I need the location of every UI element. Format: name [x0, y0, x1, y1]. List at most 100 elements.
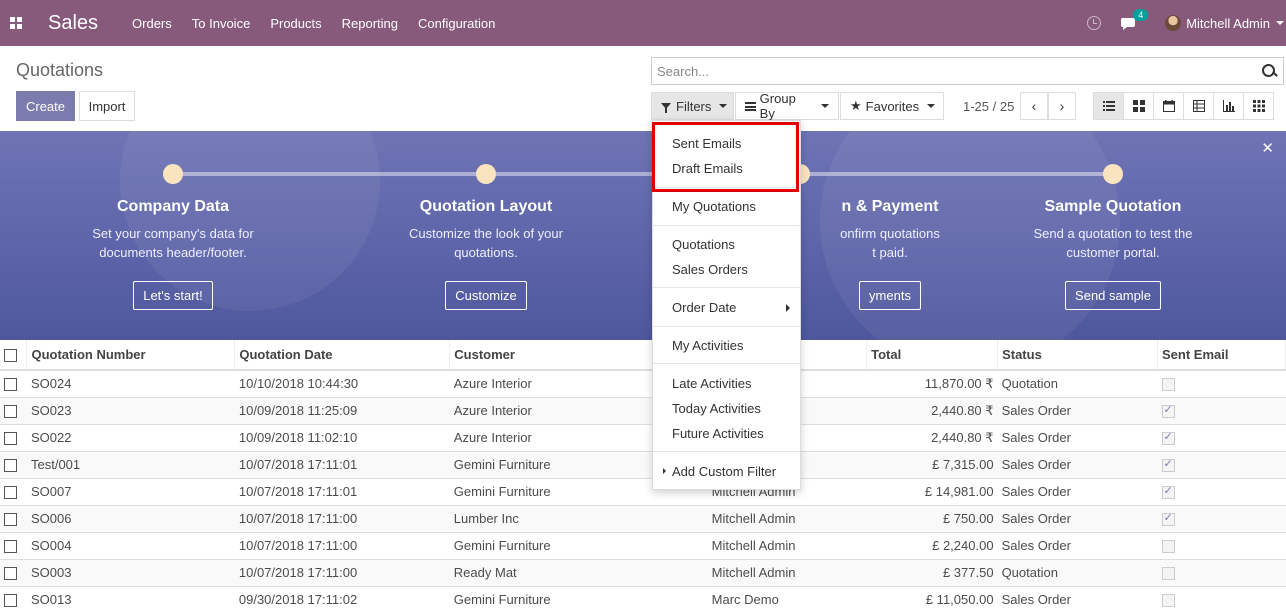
close-icon[interactable]: ✕	[1261, 139, 1274, 157]
header-sent-email[interactable]: Sent Email	[1157, 340, 1286, 371]
filter-future-activities[interactable]: Future Activities	[672, 426, 764, 441]
cell-status: Sales Order	[997, 396, 1158, 424]
row-checkbox[interactable]	[4, 459, 17, 473]
pager-previous-button[interactable]: ‹	[1020, 92, 1048, 120]
table-row[interactable]: SO004 10/07/2018 17:11:00 Gemini Furniture…	[0, 531, 1286, 559]
cell-quotation-date: 10/07/2018 17:11:01	[234, 477, 450, 505]
filter-my-activities[interactable]: My Activities	[672, 338, 744, 353]
dropdown-divider	[653, 287, 800, 288]
pager-value[interactable]: 1-25 / 25	[963, 99, 1014, 114]
favorites-button[interactable]: ★ Favorites	[840, 92, 944, 120]
sent-email-checkbox	[1161, 378, 1175, 392]
customize-button[interactable]: Customize	[445, 281, 527, 310]
cell-sent-email	[1157, 450, 1286, 478]
activity-clock-icon[interactable]	[1087, 16, 1102, 30]
kanban-view-button[interactable]	[1123, 92, 1154, 120]
table-row[interactable]: SO006 10/07/2018 17:11:00 Lumber Inc Mitche…	[0, 504, 1286, 532]
dropdown-divider	[653, 225, 800, 226]
row-checkbox[interactable]	[4, 540, 17, 554]
filter-order-date[interactable]: Order Date	[672, 300, 736, 315]
step-dot	[1103, 164, 1123, 184]
list-view-button[interactable]	[1093, 92, 1124, 120]
filters-label: Filters	[676, 98, 712, 114]
chat-icon[interactable]: 4	[1121, 8, 1149, 30]
row-checkbox[interactable]	[4, 594, 17, 608]
cell-customer: Gemini Furniture	[449, 585, 708, 608]
menu-reporting[interactable]: Reporting	[342, 16, 398, 31]
header-total[interactable]: Total	[866, 340, 999, 371]
filter-late-activities[interactable]: Late Activities	[672, 376, 752, 391]
header-quotation-date[interactable]: Quotation Date	[234, 340, 451, 371]
user-caret-icon[interactable]	[1276, 21, 1284, 25]
user-avatar[interactable]	[1165, 15, 1182, 31]
row-checkbox[interactable]	[4, 486, 17, 500]
filter-sales-orders[interactable]: Sales Orders	[672, 262, 748, 277]
app-brand[interactable]: Sales	[48, 12, 98, 35]
pager-next-button[interactable]: ›	[1048, 92, 1076, 120]
create-button[interactable]: Create	[16, 91, 75, 121]
cell-total: £ 7,315.00	[866, 450, 998, 478]
user-name[interactable]: Mitchell Admin	[1186, 16, 1270, 31]
row-checkbox[interactable]	[4, 432, 17, 446]
filter-quotations[interactable]: Quotations	[672, 237, 735, 252]
select-all-cell[interactable]	[0, 340, 28, 371]
step-title: Company Data	[116, 198, 230, 215]
table-row[interactable]: Test/001 10/07/2018 17:11:01 Gemini Furnit…	[0, 450, 1286, 478]
sent-email-checkbox	[1161, 594, 1175, 608]
step-dot	[476, 164, 496, 184]
payments-button[interactable]: yments	[859, 281, 921, 310]
cell-status: Sales Order	[997, 450, 1158, 478]
row-checkbox[interactable]	[4, 405, 17, 419]
filter-today-activities[interactable]: Today Activities	[672, 401, 761, 416]
cell-quotation-date: 10/09/2018 11:02:10	[234, 423, 450, 451]
cell-status: Sales Order	[997, 585, 1158, 608]
filters-button[interactable]: Filters	[651, 92, 734, 120]
search-input[interactable]	[652, 63, 1259, 79]
step-description: Customize the look of your quotations.	[409, 226, 563, 260]
cell-customer: Lumber Inc	[449, 504, 708, 532]
row-select-cell	[0, 396, 27, 424]
graph-view-button[interactable]	[1213, 92, 1244, 120]
add-custom-filter[interactable]: Add Custom Filter	[672, 464, 776, 479]
table-row[interactable]: SO024 10/10/2018 10:44:30 Azure Interior 11…	[0, 369, 1286, 397]
activity-view-button[interactable]	[1243, 92, 1274, 120]
header-status[interactable]: Status	[997, 340, 1158, 371]
table-row[interactable]: SO007 10/07/2018 17:11:01 Gemini Furniture…	[0, 477, 1286, 505]
quotations-table: Quotation Number Quotation Date Customer…	[0, 340, 1286, 608]
menu-configuration[interactable]: Configuration	[418, 16, 495, 31]
table-row[interactable]: SO022 10/09/2018 11:02:10 Azure Interior 2,…	[0, 423, 1286, 451]
group-by-button[interactable]: Group By	[735, 91, 839, 121]
row-checkbox[interactable]	[4, 567, 17, 581]
row-checkbox[interactable]	[4, 378, 17, 392]
apps-menu-icon[interactable]	[0, 0, 32, 46]
row-select-cell	[0, 450, 27, 478]
table-row[interactable]: SO013 09/30/2018 17:11:02 Gemini Furniture…	[0, 585, 1286, 608]
bar-chart-icon	[1222, 100, 1235, 112]
table-row[interactable]: SO023 10/09/2018 11:25:09 Azure Interior 2,…	[0, 396, 1286, 424]
cell-total: £ 2,240.00	[866, 531, 998, 559]
sent-email-checkbox	[1161, 457, 1175, 473]
lets-start-button[interactable]: Let's start!	[133, 281, 213, 310]
cell-status: Sales Order	[997, 531, 1158, 559]
row-select-cell	[0, 531, 27, 559]
row-select-cell	[0, 369, 27, 397]
menu-orders[interactable]: Orders	[132, 16, 172, 31]
select-all-checkbox[interactable]	[4, 349, 17, 363]
step-description: Send a quotation to test the customer por…	[1033, 226, 1193, 260]
send-sample-button[interactable]: Send sample	[1065, 281, 1161, 310]
header-quotation-number[interactable]: Quotation Number	[26, 340, 236, 371]
menu-to-invoice[interactable]: To Invoice	[192, 16, 251, 31]
pivot-view-button[interactable]	[1183, 92, 1214, 120]
menu-products[interactable]: Products	[270, 16, 321, 31]
filter-my-quotations[interactable]: My Quotations	[672, 199, 756, 214]
sent-email-checkbox	[1161, 511, 1175, 527]
import-button[interactable]: Import	[79, 91, 135, 121]
row-checkbox[interactable]	[4, 513, 17, 527]
search-icon[interactable]	[1259, 61, 1279, 81]
cell-sent-email	[1157, 504, 1286, 532]
table-row[interactable]: SO003 10/07/2018 17:11:00 Ready Mat Mitchel…	[0, 558, 1286, 586]
cell-quotation-date: 09/30/2018 17:11:02	[234, 585, 450, 608]
step-company-data: Company Data Set your company's data for…	[43, 198, 303, 310]
calendar-view-button[interactable]	[1153, 92, 1184, 120]
cell-quotation-date: 10/07/2018 17:11:00	[234, 504, 450, 532]
